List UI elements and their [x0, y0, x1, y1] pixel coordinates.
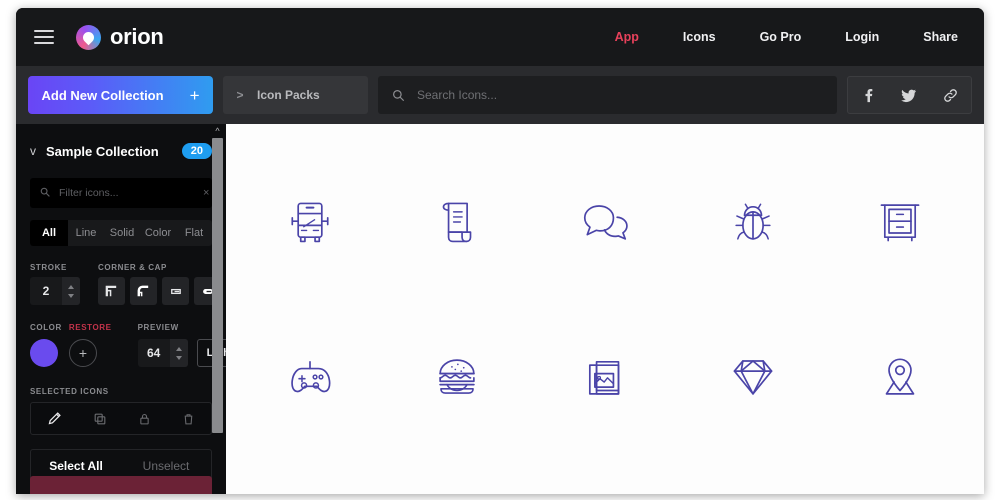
tab-line[interactable]: Line: [68, 220, 104, 246]
brand-name: orion: [110, 24, 164, 49]
app-body: v Sample Collection 20 × All Line Solid …: [16, 124, 984, 494]
top-header: orion App Icons Go Pro Login Share: [16, 8, 984, 66]
corner-cap-group: CORNER & CAP: [98, 263, 221, 305]
selected-icons-section: SELECTED ICONS: [30, 387, 212, 435]
photo-gallery-icon[interactable]: [531, 299, 679, 454]
sharp-corner-icon[interactable]: [98, 277, 125, 305]
tab-solid[interactable]: Solid: [104, 220, 140, 246]
bug-icon[interactable]: [679, 144, 827, 299]
social-buttons: [847, 76, 972, 114]
diamond-icon[interactable]: [679, 299, 827, 454]
duplicate-icon[interactable]: [93, 412, 107, 426]
main-nav: App Icons Go Pro Login Share: [615, 8, 958, 66]
edit-pencil-icon[interactable]: [47, 411, 62, 426]
search-icon-small: [40, 187, 50, 200]
color-and-preview-section: COLOR RESTORE + PREVIEW 64: [30, 323, 226, 367]
collection-count-badge: 20: [181, 143, 212, 159]
filter-icons-field[interactable]: ×: [30, 178, 212, 208]
nav-item-app[interactable]: App: [615, 30, 639, 44]
nav-item-go-pro[interactable]: Go Pro: [760, 30, 802, 44]
facebook-icon[interactable]: [861, 88, 876, 103]
preview-size-spinner[interactable]: [169, 339, 188, 367]
add-color-button[interactable]: +: [69, 339, 97, 367]
twitter-icon[interactable]: [901, 88, 917, 103]
unselect-button[interactable]: Unselect: [121, 459, 211, 473]
chevron-right-icon: >: [236, 88, 244, 102]
bus-icon[interactable]: [236, 144, 384, 299]
nav-item-icons[interactable]: Icons: [683, 30, 716, 44]
icon-grid: [226, 124, 984, 494]
toolbar: Add New Collection + > Icon Packs: [16, 66, 984, 124]
add-new-collection-button[interactable]: Add New Collection +: [28, 76, 213, 114]
search-input[interactable]: [417, 88, 823, 102]
stroke-stepper[interactable]: 2: [30, 277, 80, 305]
nav-item-login[interactable]: Login: [845, 30, 879, 44]
scroll-document-icon[interactable]: [384, 144, 532, 299]
icon-packs-button[interactable]: > Icon Packs: [223, 76, 368, 114]
butt-cap-icon[interactable]: [162, 277, 189, 305]
clear-filter-icon[interactable]: ×: [203, 187, 209, 199]
stroke-and-corner-section: STROKE 2 CORNER & CAP: [30, 263, 221, 305]
plus-icon: +: [189, 85, 200, 105]
stroke-spinner[interactable]: [62, 277, 80, 305]
sidebar: v Sample Collection 20 × All Line Solid …: [16, 124, 226, 494]
burger-icon[interactable]: [384, 299, 532, 454]
search-bar[interactable]: [378, 76, 837, 114]
tab-all[interactable]: All: [30, 220, 68, 246]
color-label: COLOR: [30, 323, 62, 332]
preview-size-value: 64: [146, 346, 161, 360]
tab-flat[interactable]: Flat: [176, 220, 212, 246]
gamepad-icon[interactable]: [236, 299, 384, 454]
collection-header[interactable]: v Sample Collection 20: [16, 136, 226, 166]
app-screenshot: orion App Icons Go Pro Login Share Add N…: [0, 0, 1000, 500]
scroll-up-arrow-icon[interactable]: ^: [211, 126, 224, 136]
icon-packs-label: Icon Packs: [257, 88, 320, 102]
nav-item-share[interactable]: Share: [923, 30, 958, 44]
bottom-action-bar[interactable]: [30, 476, 212, 494]
tab-color[interactable]: Color: [140, 220, 176, 246]
trash-icon[interactable]: [182, 412, 195, 426]
filter-icons-input[interactable]: [59, 187, 194, 199]
search-icon: [393, 89, 404, 101]
round-corner-icon[interactable]: [130, 277, 157, 305]
corner-cap-label: CORNER & CAP: [98, 263, 167, 272]
stroke-value: 2: [42, 284, 50, 298]
add-new-collection-label: Add New Collection: [41, 87, 164, 103]
color-group: COLOR RESTORE +: [30, 323, 112, 367]
stroke-label: STROKE: [30, 263, 67, 272]
brand[interactable]: orion: [76, 24, 164, 50]
restore-link[interactable]: RESTORE: [69, 323, 112, 332]
selected-icons-label: SELECTED ICONS: [30, 387, 109, 396]
chat-bubbles-icon[interactable]: [531, 144, 679, 299]
collection-title: Sample Collection: [46, 143, 159, 159]
hamburger-icon[interactable]: [34, 30, 54, 44]
link-icon[interactable]: [943, 88, 958, 103]
orion-logo-icon: [76, 24, 101, 50]
type-filter-tabs: All Line Solid Color Flat: [30, 220, 212, 246]
map-pin-icon[interactable]: [826, 299, 974, 454]
stroke-group: STROKE 2: [30, 263, 80, 305]
lock-icon[interactable]: [138, 412, 151, 426]
sidebar-scrollbar[interactable]: ^: [211, 126, 224, 438]
selected-icons-actions: [30, 402, 212, 435]
select-all-button[interactable]: Select All: [31, 459, 121, 473]
app-window: orion App Icons Go Pro Login Share Add N…: [16, 8, 984, 494]
nightstand-drawer-icon[interactable]: [826, 144, 974, 299]
chevron-down-icon[interactable]: v: [30, 144, 36, 158]
preview-size-stepper[interactable]: 64: [137, 339, 188, 367]
color-swatch[interactable]: [30, 339, 58, 367]
scrollbar-thumb[interactable]: [212, 138, 223, 433]
